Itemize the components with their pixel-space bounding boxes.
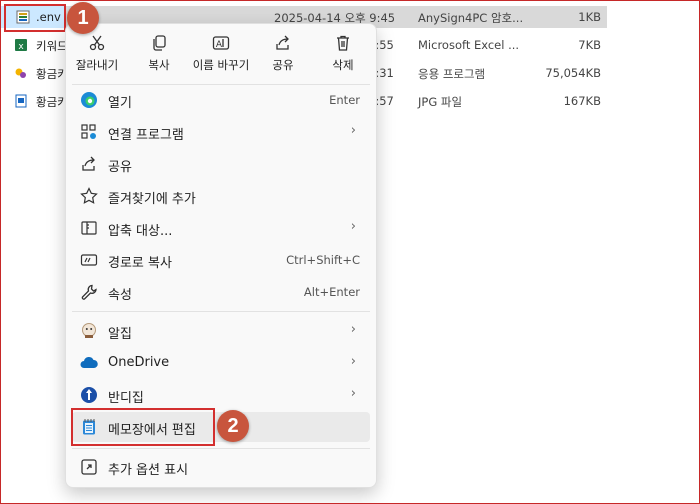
file-name: 황금키 [36, 67, 68, 81]
archive-icon [81, 221, 97, 235]
properties-shortcut: Alt+Enter [303, 285, 360, 299]
menu-item-open[interactable]: 열기 Enter [72, 85, 370, 115]
quick-action-bar: 잘라내기 복사 A 이름 바꾸기 공유 삭제 [66, 24, 376, 84]
open-label: 열기 [108, 96, 132, 111]
file-type: AnySign4PC 암호... [418, 11, 524, 25]
bandizip-icon [81, 387, 97, 403]
application-icon [15, 68, 26, 78]
scissors-icon [89, 35, 105, 51]
bandizip-label: 반디집 [108, 391, 144, 406]
add-favorites-label: 즐겨찾기에 추가 [108, 192, 196, 207]
copy-label: 복사 [148, 58, 170, 72]
edit-notepad-highlight [71, 408, 215, 446]
copy-icon [153, 35, 166, 51]
menu-item-onedrive[interactable]: OneDrive › [72, 348, 370, 378]
menu-separator [72, 311, 370, 312]
menu-item-alzip[interactable]: 알집 › [72, 316, 370, 346]
share-button[interactable]: 공유 [252, 28, 314, 80]
menu-item-compress[interactable]: 압축 대상... › [72, 213, 370, 243]
trash-icon [337, 35, 349, 51]
menu-separator [72, 448, 370, 449]
rename-icon: A [212, 36, 230, 50]
onedrive-label: OneDrive [108, 355, 170, 370]
path-icon [80, 254, 98, 266]
copy-path-label: 경로로 복사 [108, 256, 172, 271]
open-shortcut: Enter [329, 93, 360, 107]
menu-item-share[interactable]: 공유 [72, 149, 370, 179]
chevron-right-icon: › [350, 354, 356, 369]
share-icon [82, 156, 95, 171]
chevron-right-icon: › [350, 322, 356, 337]
open-with-label: 연결 프로그램 [108, 128, 184, 143]
svg-text:A: A [216, 40, 223, 50]
file-size: 75,054KB [545, 66, 601, 80]
menu-item-open-with[interactable]: 연결 프로그램 › [72, 117, 370, 147]
cut-button[interactable]: 잘라내기 [66, 28, 128, 80]
step-badge-1: 1 [67, 2, 99, 34]
apps-icon [81, 124, 96, 139]
share-label: 공유 [108, 160, 132, 175]
menu-item-properties[interactable]: 속성 Alt+Enter [72, 277, 370, 307]
file-name: 키워드 [36, 39, 68, 53]
expand-icon [81, 459, 97, 475]
properties-label: 속성 [108, 288, 132, 303]
image-file-icon [15, 94, 27, 108]
share-label: 공유 [272, 58, 294, 72]
alzip-icon [82, 323, 96, 338]
star-icon [80, 187, 98, 204]
menu-item-more-options[interactable]: 추가 옵션 표시 [72, 452, 370, 482]
rename-button[interactable]: A 이름 바꾸기 [190, 28, 252, 80]
copy-path-shortcut: Ctrl+Shift+C [286, 253, 360, 267]
step-badge-2: 2 [217, 410, 249, 442]
delete-label: 삭제 [332, 58, 354, 72]
chevron-right-icon: › [350, 219, 356, 234]
file-size: 7KB [578, 38, 601, 52]
wrench-icon [81, 284, 97, 300]
file-size: 1KB [578, 10, 601, 24]
selected-file-highlight [4, 4, 66, 32]
cut-label: 잘라내기 [75, 58, 119, 72]
file-type: Microsoft Excel ... [418, 38, 520, 52]
share-icon [276, 35, 289, 50]
alzip-label: 알집 [108, 327, 132, 342]
cloud-icon [80, 356, 98, 368]
file-type: 응용 프로그램 [418, 67, 486, 81]
rename-label: 이름 바꾸기 [192, 58, 250, 72]
file-type: JPG 파일 [418, 95, 463, 109]
svg-text:x: x [18, 42, 24, 52]
file-name: 황금키 [36, 95, 68, 109]
delete-button[interactable]: 삭제 [312, 28, 374, 80]
chevron-right-icon: › [350, 123, 356, 138]
chevron-right-icon: › [350, 386, 356, 401]
file-size: 167KB [563, 94, 601, 108]
compress-label: 압축 대상... [108, 224, 173, 239]
edge-icon [81, 92, 97, 108]
menu-item-bandizip[interactable]: 반디집 › [72, 380, 370, 410]
menu-item-copy-path[interactable]: 경로로 복사 Ctrl+Shift+C [72, 245, 370, 275]
copy-button[interactable]: 복사 [128, 28, 190, 80]
more-options-label: 추가 옵션 표시 [108, 463, 189, 478]
excel-file-icon: x [15, 39, 27, 52]
menu-item-add-favorites[interactable]: 즐겨찾기에 추가 [72, 181, 370, 211]
